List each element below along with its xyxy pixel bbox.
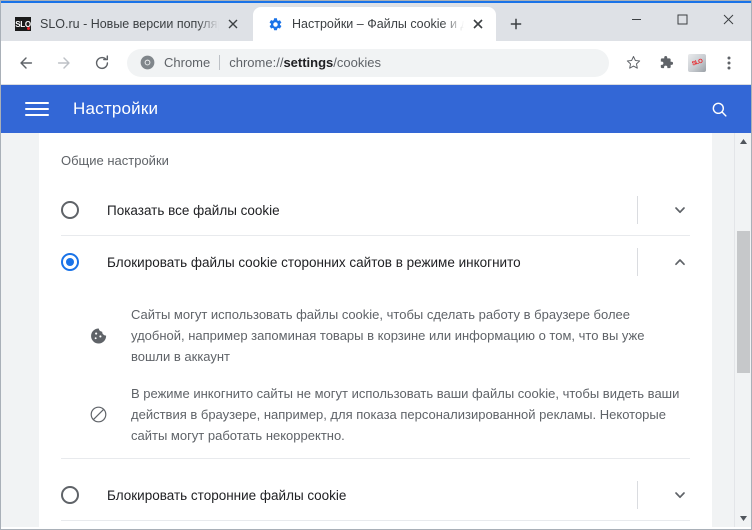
option-row-block-third-party[interactable]: Блокировать сторонние файлы cookie — [39, 469, 712, 521]
row-separator — [637, 481, 638, 509]
slo-favicon-text: SLO — [15, 17, 31, 31]
details-divider — [61, 458, 690, 459]
row-separator — [637, 196, 638, 224]
chevron-up-icon[interactable] — [666, 248, 694, 276]
option-row-block-all-cookies[interactable]: Заблокировать все файлы cookie (не реком… — [39, 521, 712, 527]
detail-text: Сайты могут использовать файлы cookie, ч… — [131, 307, 645, 364]
reload-button[interactable] — [86, 47, 118, 79]
close-button[interactable] — [705, 3, 751, 35]
scroll-up-arrow-icon[interactable] — [735, 133, 751, 150]
option-row-show-all-cookies[interactable]: Показать все файлы cookie — [39, 184, 712, 236]
extension-badge-text: SLO — [690, 57, 704, 68]
slo-favicon-icon: SLO — [15, 16, 31, 32]
hamburger-menu-icon[interactable] — [25, 97, 49, 121]
omnibox-url: chrome://settings/cookies — [229, 55, 381, 70]
settings-content-area: Общие настройки Показать все файлы cooki… — [1, 133, 751, 527]
option-details-panel: Сайты могут использовать файлы cookie, ч… — [39, 288, 712, 469]
tab-title: SLO.ru - Новые версии популярн — [40, 16, 219, 31]
three-dot-menu-icon[interactable] — [714, 48, 744, 78]
extension-icon-slo[interactable]: SLO — [682, 48, 712, 78]
radio-button-selected[interactable] — [61, 253, 79, 271]
vertical-scrollbar[interactable] — [734, 133, 751, 527]
row-separator — [637, 248, 638, 276]
detail-row-cookies: Сайты могут использовать файлы cookie, ч… — [61, 296, 690, 375]
option-label: Блокировать сторонние файлы cookie — [107, 487, 347, 503]
scroll-down-arrow-icon[interactable] — [735, 510, 751, 527]
browser-window: SLO SLO.ru - Новые версии популярн Настр… — [0, 0, 752, 530]
close-icon[interactable] — [468, 14, 488, 34]
chevron-down-icon[interactable] — [666, 481, 694, 509]
url-prefix: chrome:// — [229, 55, 284, 70]
tab-title: Настройки – Файлы cookie и дру — [292, 16, 464, 31]
window-controls — [613, 3, 751, 35]
star-icon[interactable] — [618, 48, 648, 78]
detail-row-incognito: В режиме инкогнито сайты не могут исполь… — [61, 375, 690, 454]
chrome-logo-icon — [139, 55, 155, 71]
radio-button[interactable] — [61, 201, 79, 219]
extension-badge: SLO — [688, 53, 706, 72]
settings-header: Настройки — [1, 85, 751, 133]
omnibox-site-label: Chrome — [164, 55, 211, 70]
browser-tab-slo[interactable]: SLO SLO.ru - Новые версии популярн — [1, 7, 251, 41]
scrollbar-thumb[interactable] — [737, 231, 750, 373]
gear-icon — [267, 16, 283, 32]
cookies-settings-card: Общие настройки Показать все файлы cooki… — [39, 133, 712, 527]
option-row-block-third-party-incognito[interactable]: Блокировать файлы cookie сторонних сайто… — [39, 236, 712, 288]
puzzle-piece-icon[interactable] — [650, 48, 680, 78]
option-label: Показать все файлы cookie — [107, 202, 280, 218]
browser-toolbar: Chrome chrome://settings/cookies SLO — [1, 41, 751, 85]
minimize-button[interactable] — [613, 3, 659, 35]
back-button[interactable] — [10, 47, 42, 79]
browser-tab-settings[interactable]: Настройки – Файлы cookie и дру — [253, 7, 496, 41]
page-title: Настройки — [73, 99, 159, 118]
new-tab-button[interactable] — [500, 9, 532, 39]
omnibox-divider — [219, 55, 221, 70]
search-icon[interactable] — [703, 93, 735, 125]
url-bold: settings — [283, 55, 334, 70]
close-icon[interactable] — [223, 14, 243, 34]
url-suffix: /cookies — [333, 55, 381, 70]
chevron-down-icon[interactable] — [666, 196, 694, 224]
cookie-icon — [87, 325, 109, 347]
tab-strip: SLO SLO.ru - Новые версии популярн Настр… — [1, 1, 751, 41]
address-bar[interactable]: Chrome chrome://settings/cookies — [127, 48, 609, 77]
block-icon — [87, 404, 109, 426]
detail-text: В режиме инкогнито сайты не могут исполь… — [131, 386, 680, 443]
maximize-button[interactable] — [659, 3, 705, 35]
option-label: Блокировать файлы cookie сторонних сайто… — [107, 254, 521, 270]
forward-button[interactable] — [48, 47, 80, 79]
radio-button[interactable] — [61, 486, 79, 504]
section-title: Общие настройки — [61, 153, 169, 168]
settings-scroll-viewport: Общие настройки Показать все файлы cooki… — [1, 133, 734, 527]
